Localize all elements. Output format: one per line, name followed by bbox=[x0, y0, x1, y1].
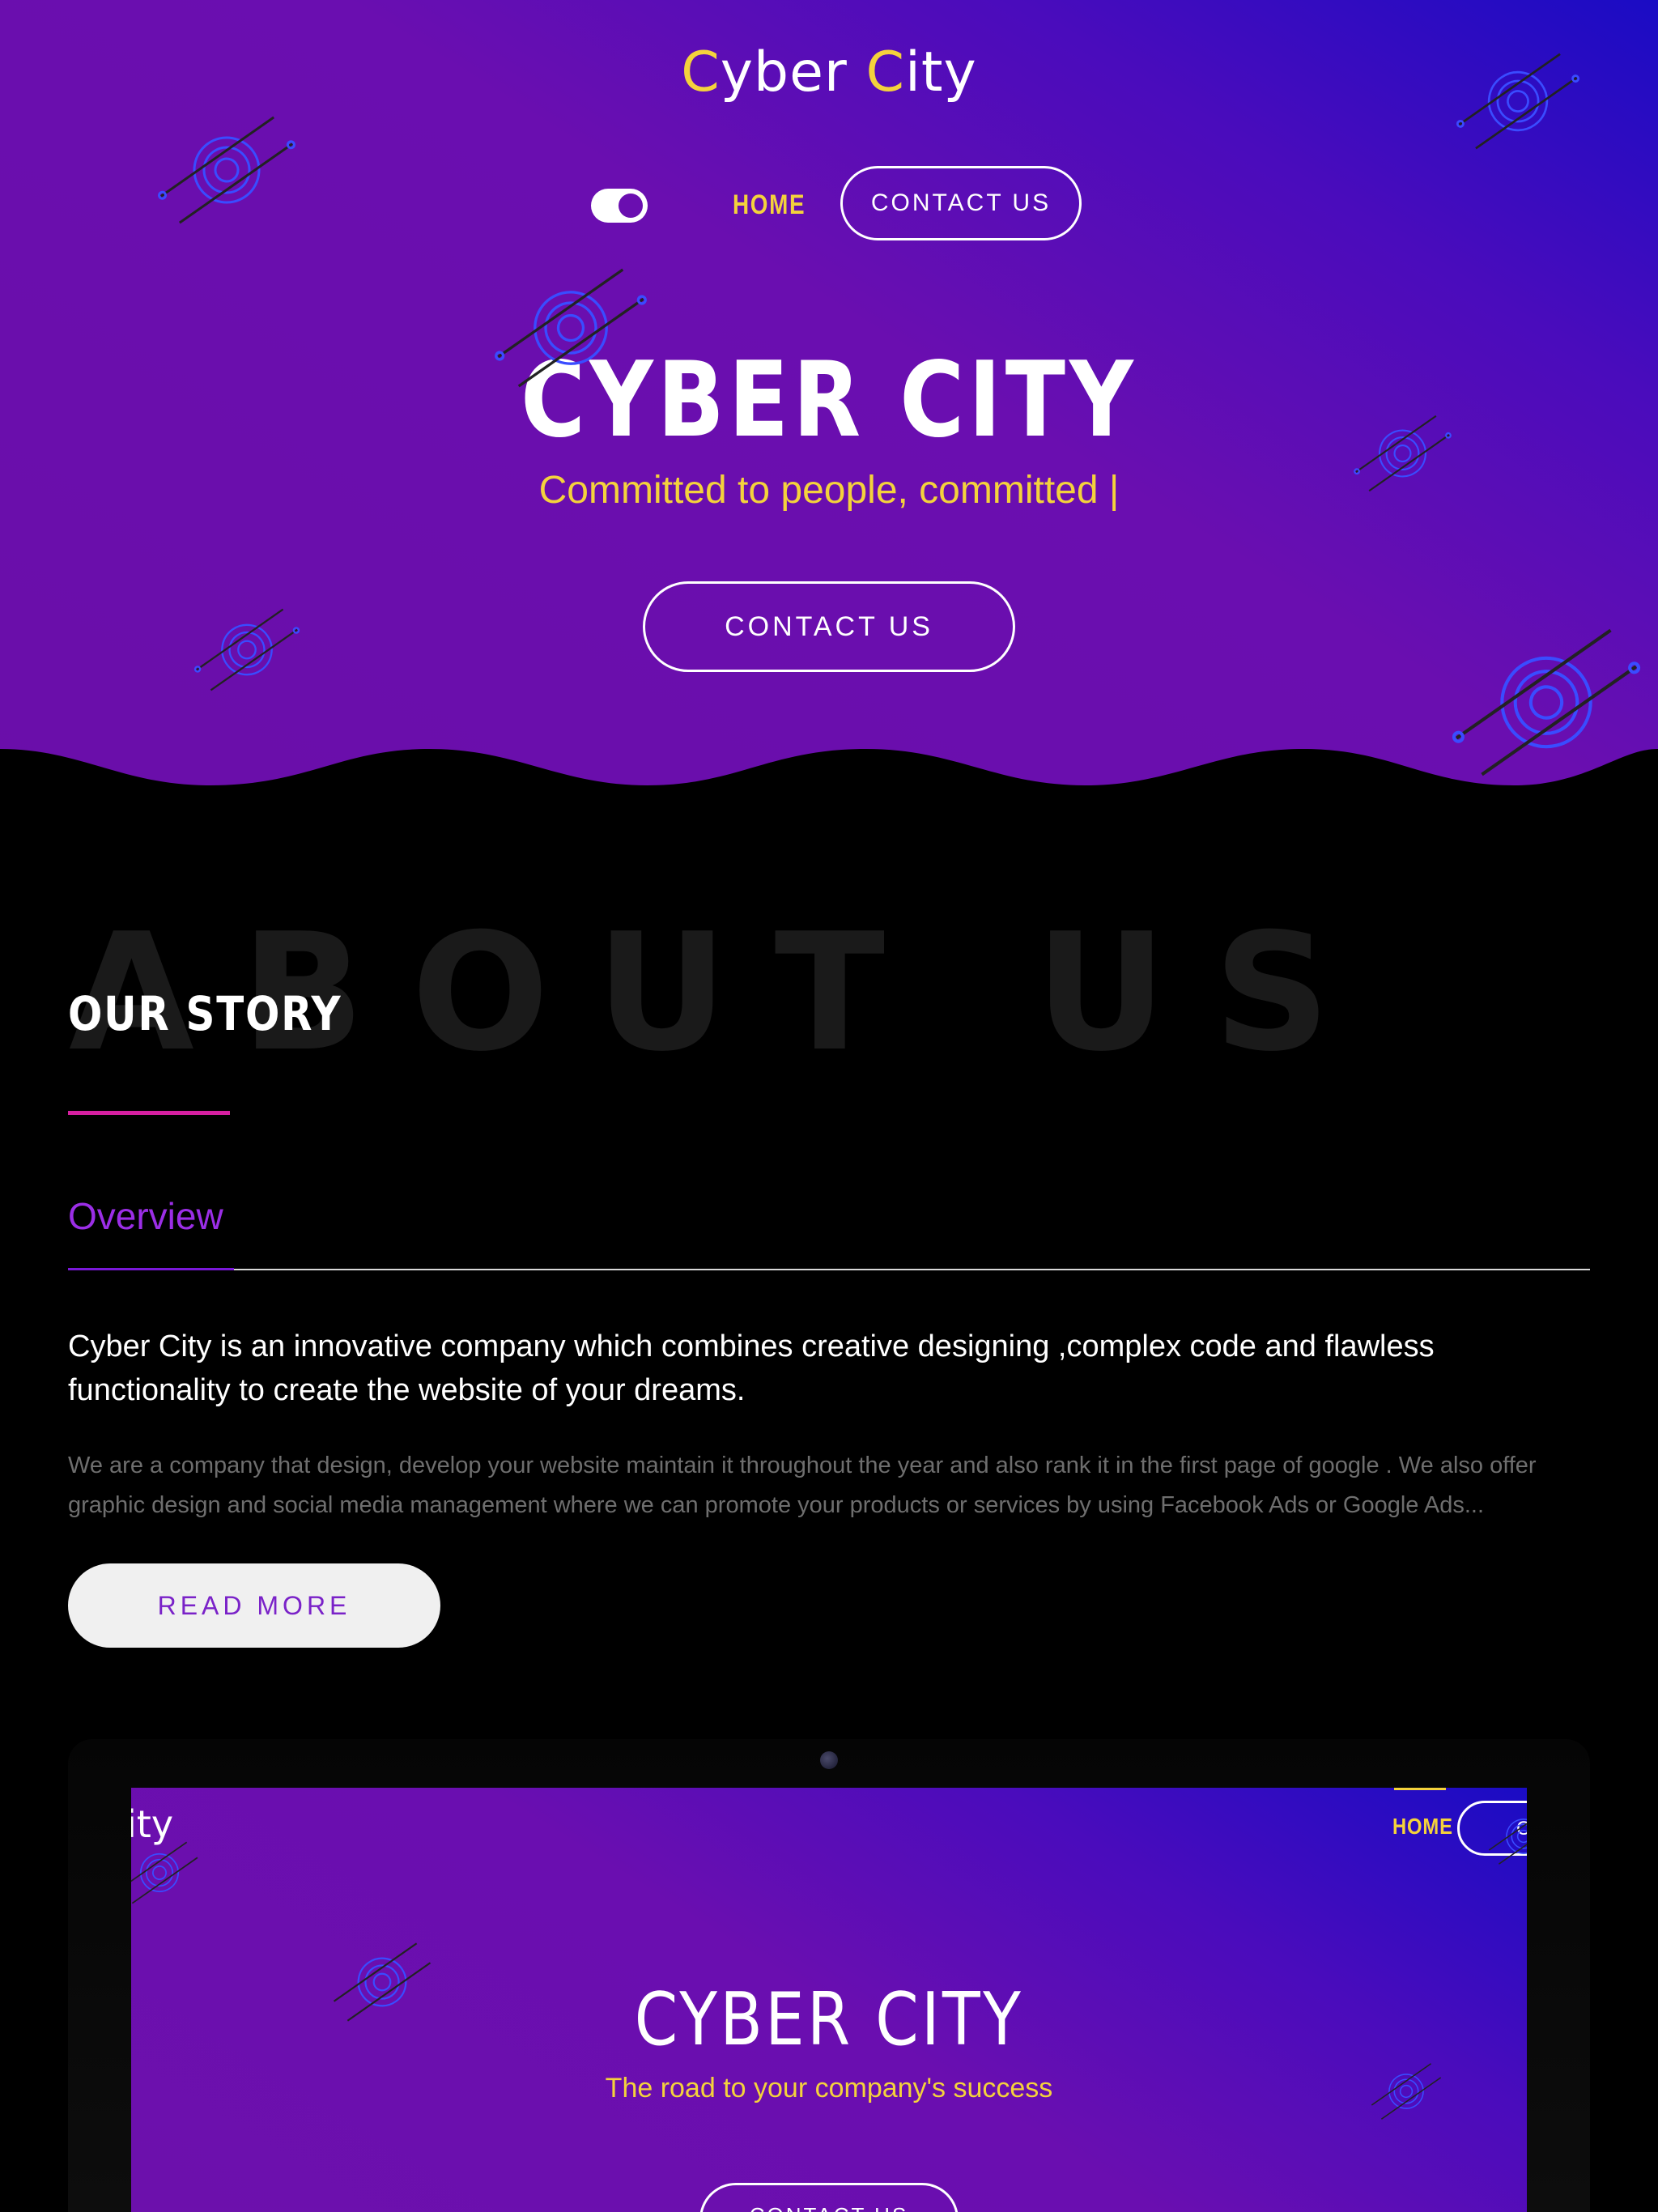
about-body-text: We are a company that design, develop yo… bbox=[68, 1453, 1537, 1518]
mockup-hero-subtitle: The road to your company's success bbox=[605, 2073, 1053, 2104]
mockup-nav-underline bbox=[1394, 1788, 1446, 1790]
mockup-screen: ity HOME C CYBER CITY The road to your c… bbox=[131, 1788, 1527, 2212]
circuit-decoration-icon bbox=[158, 116, 295, 224]
site-logo[interactable]: Cyber City bbox=[0, 40, 1658, 104]
read-more-button[interactable]: READ MORE bbox=[68, 1563, 440, 1648]
mockup-contact-button: CONTACT US bbox=[699, 2183, 959, 2212]
circuit-decoration-icon bbox=[1354, 415, 1452, 492]
logo-letter-c2: C bbox=[865, 40, 905, 104]
tabs-divider bbox=[68, 1269, 1590, 1270]
logo-text-part2: ity bbox=[905, 40, 977, 104]
tab-overview[interactable]: Overview bbox=[68, 1194, 223, 1238]
circuit-decoration-icon bbox=[1488, 1808, 1527, 1865]
about-lead-text: Cyber City is an innovative company whic… bbox=[68, 1329, 1435, 1407]
hero-contact-button[interactable]: CONTACT US bbox=[643, 581, 1015, 672]
circuit-decoration-icon bbox=[495, 268, 647, 388]
hero-section: Cyber City HOME CONTACT US CYBER CITY Co… bbox=[0, 0, 1658, 793]
logo-text-part1: yber bbox=[720, 40, 866, 104]
heading-underline bbox=[68, 1111, 230, 1115]
nav-contact-button[interactable]: CONTACT US bbox=[840, 166, 1082, 240]
logo-letter-c1: C bbox=[681, 40, 721, 104]
nav-home-link[interactable]: HOME bbox=[733, 189, 806, 221]
mockup-hero-title: CYBER CITY bbox=[634, 1977, 1024, 2062]
tab-active-indicator bbox=[68, 1268, 234, 1270]
section-heading: OUR STORY bbox=[68, 986, 342, 1041]
hero-wave-divider bbox=[0, 749, 1658, 793]
hero-title: CYBER CITY bbox=[521, 340, 1137, 461]
camera-icon bbox=[820, 1751, 838, 1769]
circuit-decoration-icon bbox=[193, 608, 300, 691]
toggle-knob bbox=[619, 194, 643, 218]
theme-toggle[interactable] bbox=[591, 189, 648, 223]
mockup-nav-home: HOME bbox=[1392, 1814, 1453, 1839]
circuit-decoration-icon bbox=[131, 1841, 198, 1904]
circuit-decoration-icon bbox=[1456, 53, 1580, 150]
